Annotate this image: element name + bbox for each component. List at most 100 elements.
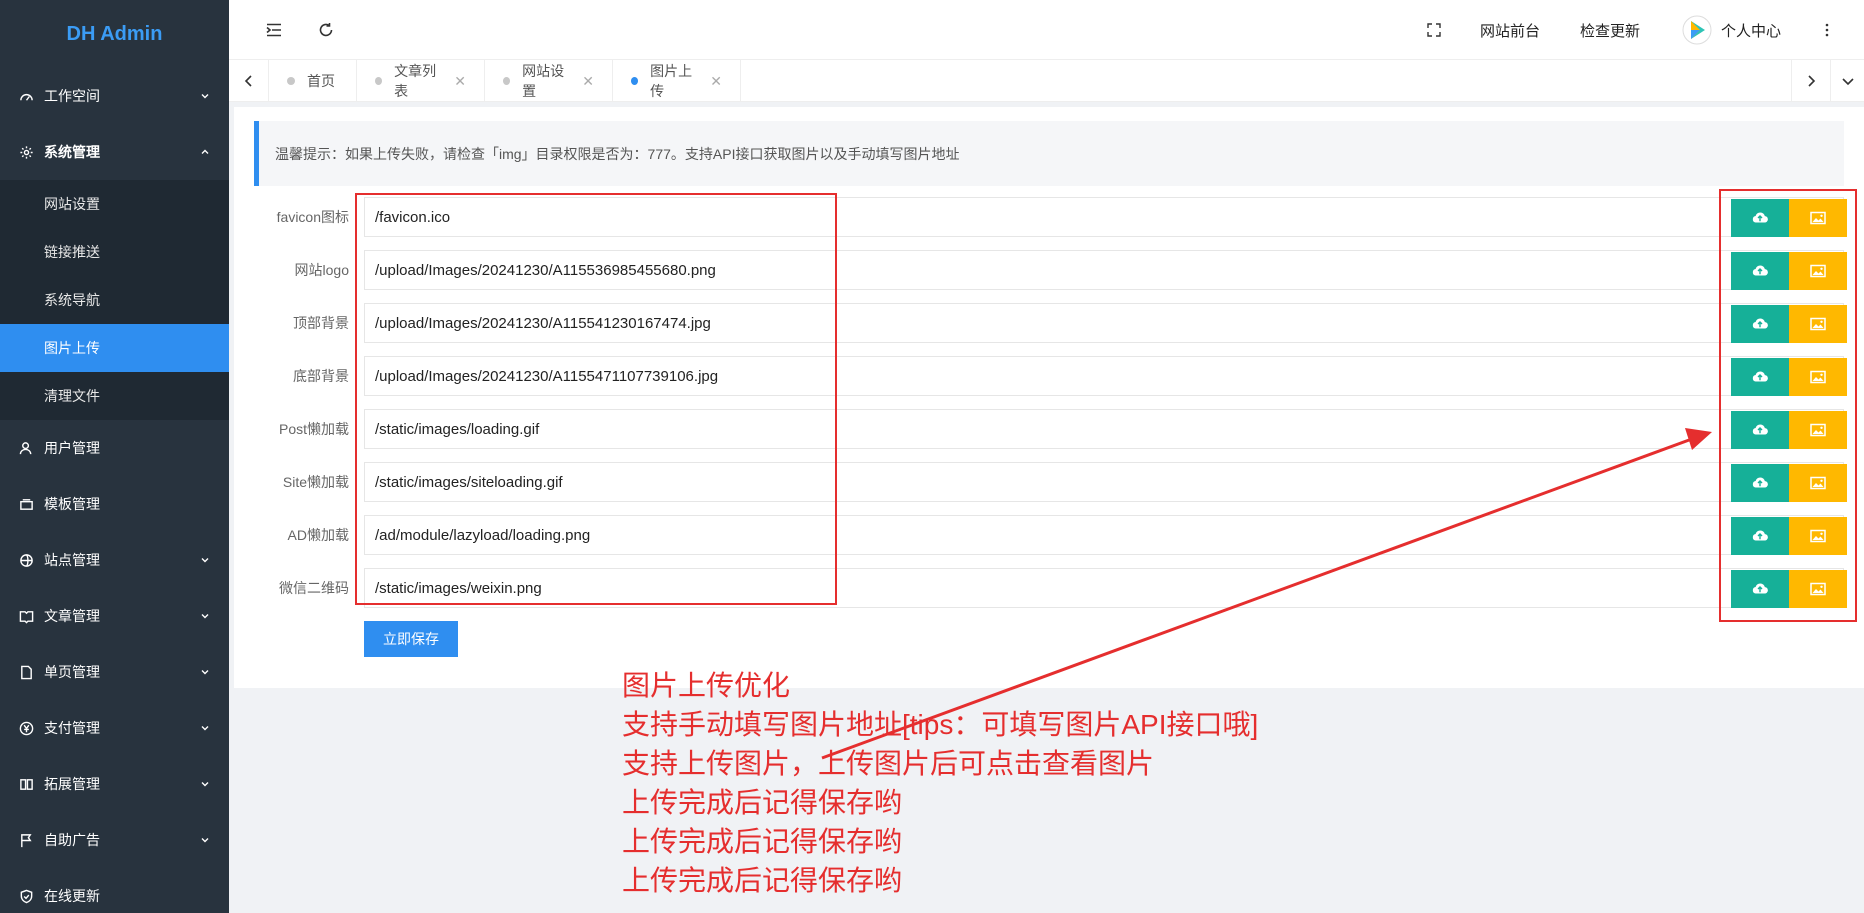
form-row: 微信二维码	[234, 568, 1864, 608]
sidebar-item-templates[interactable]: 模板管理	[0, 476, 229, 532]
fullscreen-icon[interactable]	[1422, 18, 1446, 42]
chevron-down-icon	[199, 666, 211, 678]
cloud-upload-icon	[1752, 530, 1768, 541]
image-path-input[interactable]	[364, 515, 1844, 555]
cloud-upload-icon	[1752, 371, 1768, 382]
flag-icon	[18, 832, 34, 848]
annotation-line: 上传完成后记得保存哟	[622, 787, 903, 818]
tab-menu-dropdown[interactable]	[1831, 60, 1864, 102]
upload-button[interactable]	[1731, 305, 1789, 343]
cloud-upload-icon	[1752, 583, 1768, 594]
tab-article-list[interactable]: 文章列表 ✕	[357, 60, 485, 102]
upload-button[interactable]	[1731, 358, 1789, 396]
close-icon[interactable]: ✕	[582, 73, 594, 90]
annotation-line: 上传完成后记得保存哟	[622, 865, 903, 896]
user-center-link[interactable]: 个人中心	[1721, 20, 1781, 41]
main-content: 温馨提示：如果上传失败，请检查「img」目录权限是否为：777。支持API接口获…	[234, 107, 1864, 688]
check-update-link[interactable]: 检查更新	[1580, 20, 1640, 41]
sidebar-item-label: 在线更新	[44, 888, 100, 904]
dashboard-icon	[18, 88, 34, 104]
image-icon	[1810, 264, 1826, 278]
sidebar-item-ads[interactable]: 自助广告	[0, 812, 229, 868]
sidebar-item-system[interactable]: 系统管理	[0, 124, 229, 180]
upload-button[interactable]	[1731, 517, 1789, 555]
upload-button[interactable]	[1731, 570, 1789, 608]
tab-dot	[375, 77, 383, 85]
refresh-icon[interactable]	[314, 18, 338, 42]
avatar[interactable]	[1682, 15, 1712, 45]
image-path-input[interactable]	[364, 462, 1844, 502]
chevron-left-icon	[244, 75, 252, 87]
image-path-input[interactable]	[364, 197, 1844, 237]
tab-home[interactable]: 首页	[269, 60, 357, 102]
menu-fold-icon[interactable]	[262, 18, 286, 42]
site-icon	[18, 552, 34, 568]
close-icon[interactable]: ✕	[454, 73, 466, 90]
sidebar-item-sites[interactable]: 站点管理	[0, 532, 229, 588]
image-path-input[interactable]	[364, 250, 1844, 290]
more-vertical-icon[interactable]	[1815, 18, 1839, 42]
sidebar-item-pages[interactable]: 单页管理	[0, 644, 229, 700]
extension-icon	[18, 776, 34, 792]
image-path-input[interactable]	[364, 356, 1844, 396]
sidebar-item-workspace[interactable]: 工作空间	[0, 68, 229, 124]
annotation-line: 图片上传优化	[622, 670, 791, 701]
tab-dot	[631, 77, 639, 85]
view-image-button[interactable]	[1789, 570, 1847, 608]
cloud-upload-icon	[1752, 318, 1768, 329]
image-path-input[interactable]	[364, 409, 1844, 449]
chevron-down-icon	[199, 778, 211, 790]
tab-dot	[287, 77, 295, 85]
view-image-button[interactable]	[1789, 305, 1847, 343]
upload-button[interactable]	[1731, 411, 1789, 449]
tab-site-settings[interactable]: 网站设置 ✕	[485, 60, 613, 102]
tab-image-upload[interactable]: 图片上传 ✕	[613, 60, 741, 102]
site-front-link[interactable]: 网站前台	[1480, 20, 1540, 41]
sidebar-subitem-link-push[interactable]: 链接推送	[0, 228, 229, 276]
close-icon[interactable]: ✕	[710, 73, 722, 90]
template-icon	[18, 496, 34, 512]
sidebar-subitem-site-settings[interactable]: 网站设置	[0, 180, 229, 228]
notice-banner: 温馨提示：如果上传失败，请检查「img」目录权限是否为：777。支持API接口获…	[254, 121, 1844, 186]
field-label: 底部背景	[293, 368, 349, 384]
tab-scroll-right[interactable]	[1791, 60, 1831, 102]
book-icon	[18, 608, 34, 624]
form-row: favicon图标	[234, 197, 1864, 237]
upload-button[interactable]	[1731, 199, 1789, 237]
view-image-button[interactable]	[1789, 411, 1847, 449]
sidebar-item-label: 模板管理	[44, 496, 100, 512]
annotation-line: 支持上传图片，上传图片后可点击查看图片	[622, 748, 1155, 779]
image-icon	[1810, 529, 1826, 543]
form-row: 网站logo	[234, 250, 1864, 290]
tab-label: 文章列表	[394, 63, 437, 99]
sidebar-item-articles[interactable]: 文章管理	[0, 588, 229, 644]
sidebar-item-users[interactable]: 用户管理	[0, 420, 229, 476]
sidebar-item-payments[interactable]: 支付管理	[0, 700, 229, 756]
form-row: 顶部背景	[234, 303, 1864, 343]
tab-label: 首页	[307, 73, 335, 89]
sidebar-subitem-system-nav[interactable]: 系统导航	[0, 276, 229, 324]
tab-scroll-left[interactable]	[229, 60, 269, 102]
view-image-button[interactable]	[1789, 464, 1847, 502]
field-label: 顶部背景	[293, 315, 349, 331]
top-header: 网站前台 检查更新 个人中心	[229, 0, 1864, 60]
gear-icon	[18, 144, 34, 160]
sidebar-item-online-update[interactable]: 在线更新	[0, 868, 229, 913]
sidebar-item-label: 自助广告	[44, 832, 100, 848]
sidebar-subitem-clean-files[interactable]: 清理文件	[0, 372, 229, 420]
app-logo[interactable]: DH Admin	[0, 0, 229, 68]
view-image-button[interactable]	[1789, 199, 1847, 237]
sidebar-subitem-image-upload[interactable]: 图片上传	[0, 324, 229, 372]
save-button[interactable]: 立即保存	[364, 621, 458, 657]
sidebar-item-label: 文章管理	[44, 608, 100, 624]
yen-icon	[18, 720, 34, 736]
upload-button[interactable]	[1731, 252, 1789, 290]
image-path-input[interactable]	[364, 568, 1844, 608]
view-image-button[interactable]	[1789, 517, 1847, 555]
view-image-button[interactable]	[1789, 358, 1847, 396]
view-image-button[interactable]	[1789, 252, 1847, 290]
image-path-input[interactable]	[364, 303, 1844, 343]
upload-button[interactable]	[1731, 464, 1789, 502]
sidebar-item-label: 工作空间	[44, 88, 100, 104]
sidebar-item-extensions[interactable]: 拓展管理	[0, 756, 229, 812]
